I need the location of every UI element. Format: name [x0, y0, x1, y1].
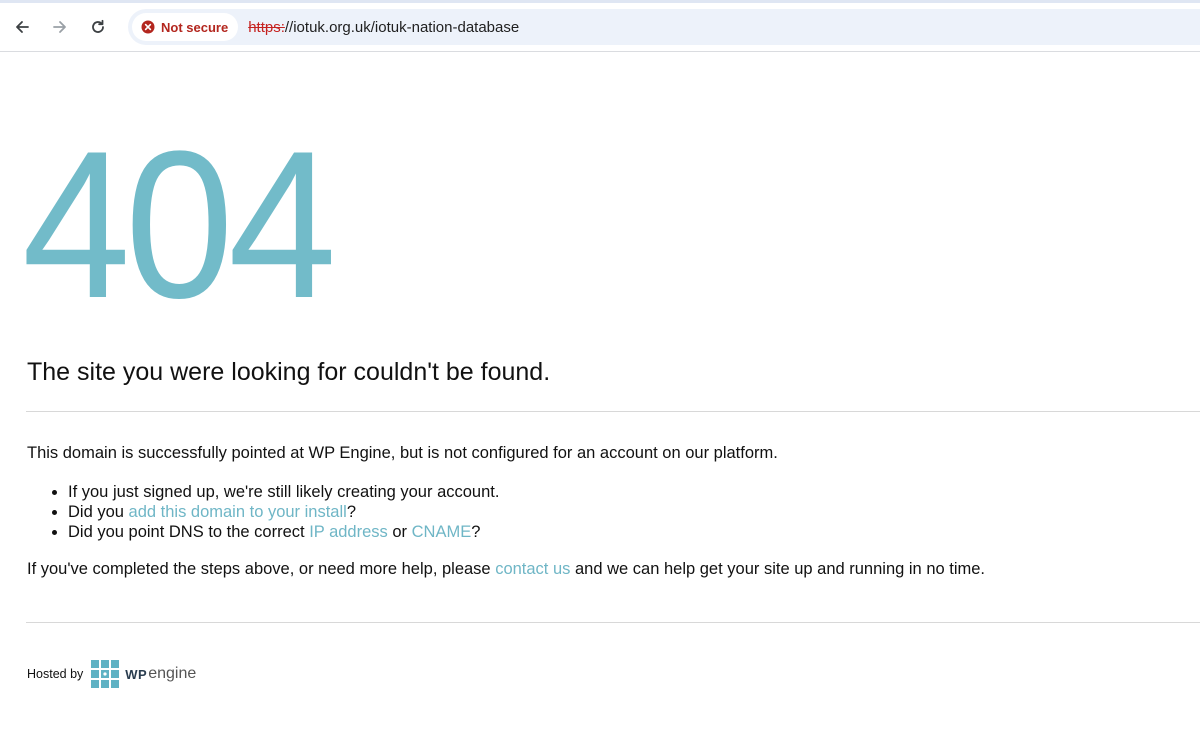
bullet-text: or: [387, 523, 412, 541]
url-path: //iotuk.org.uk/iotuk-nation-database: [284, 18, 520, 36]
forward-button[interactable]: [46, 13, 74, 41]
error-code: 404: [22, 107, 337, 342]
arrow-right-icon: [53, 21, 66, 33]
help-text-start: If you've completed the steps above, or …: [27, 560, 496, 578]
bullet-text: Did you: [68, 503, 129, 521]
wp-engine-logo-icon: [91, 660, 120, 688]
bullet-text: ?: [346, 503, 357, 521]
wp-engine-logo[interactable]: WP engine: [91, 660, 196, 688]
security-label: Not secure: [161, 19, 229, 35]
add-domain-link[interactable]: add this domain to your install: [129, 503, 347, 521]
list-item: Did you add this domain to your install?: [68, 502, 499, 522]
help-text: If you've completed the steps above, or …: [27, 560, 985, 579]
hosted-by-label: Hosted by: [27, 667, 84, 681]
bullet-text: Did you point DNS to the correct: [68, 523, 310, 541]
reload-button[interactable]: [84, 13, 112, 41]
url-scheme: https:: [248, 18, 285, 36]
warning-icon: [141, 20, 155, 34]
back-button[interactable]: [8, 13, 36, 41]
footer: Hosted by WP engine: [27, 660, 196, 688]
logo-engine-text: engine: [148, 665, 197, 682]
logo-wp-text: WP: [125, 666, 148, 682]
divider: [26, 411, 1200, 412]
intro-text: This domain is successfully pointed at W…: [27, 444, 778, 462]
steps-list: If you just signed up, we're still likel…: [50, 482, 499, 542]
security-indicator[interactable]: Not secure: [132, 13, 239, 41]
bullet-text: ?: [471, 523, 481, 541]
bullet-text: If you just signed up, we're still likel…: [68, 483, 500, 501]
contact-us-link[interactable]: contact us: [495, 560, 570, 578]
list-item: Did you point DNS to the correct IP addr…: [68, 522, 499, 542]
reload-icon: [92, 19, 104, 33]
divider: [26, 622, 1200, 623]
address-bar[interactable]: Not secure https://iotuk.org.uk/iotuk-na…: [128, 9, 1200, 45]
browser-toolbar: Not secure https://iotuk.org.uk/iotuk-na…: [0, 3, 1200, 52]
url-text[interactable]: https://iotuk.org.uk/iotuk-nation-databa…: [248, 19, 519, 36]
ip-address-link[interactable]: IP address: [309, 523, 388, 541]
page-headline: The site you were looking for couldn't b…: [27, 358, 551, 386]
help-text-end: and we can help get your site up and run…: [570, 560, 986, 578]
list-item: If you just signed up, we're still likel…: [68, 482, 499, 502]
arrow-left-icon: [16, 21, 29, 33]
cname-link[interactable]: CNAME: [412, 523, 472, 541]
